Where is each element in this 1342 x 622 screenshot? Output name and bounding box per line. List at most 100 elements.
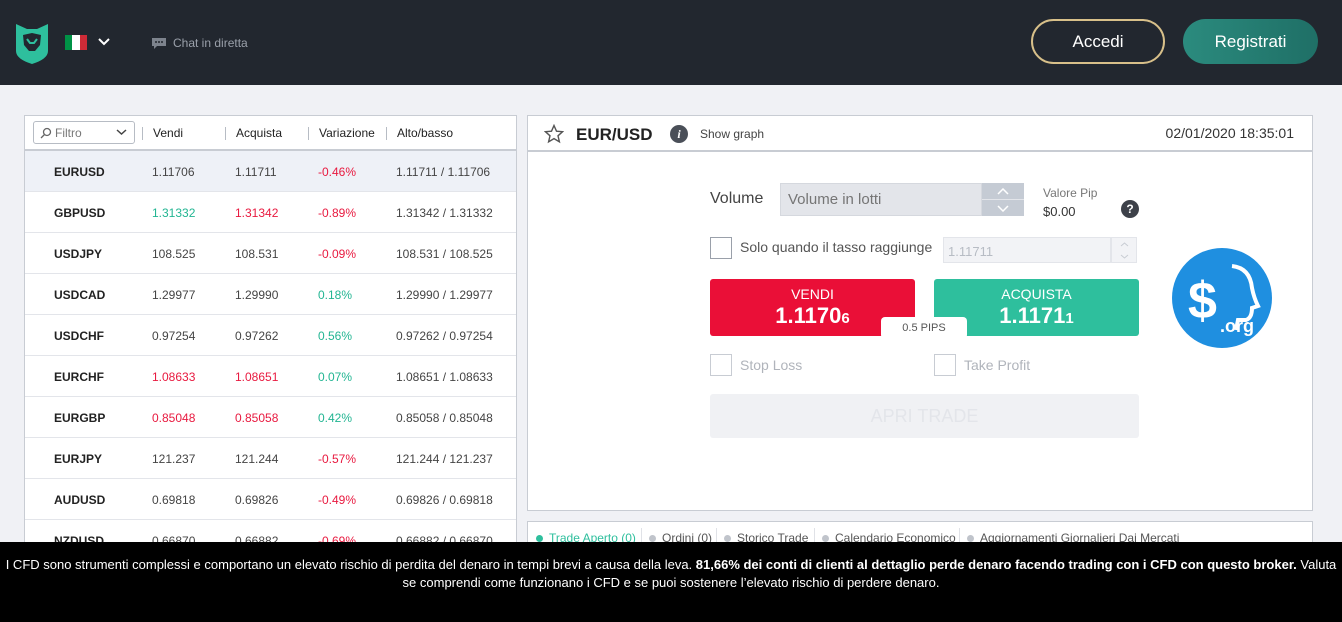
chat-label: Chat in diretta <box>173 36 248 50</box>
rate-stepper[interactable] <box>1111 237 1137 263</box>
change-cell: 0.56% <box>318 329 353 343</box>
change-cell: 0.07% <box>318 370 353 384</box>
table-row[interactable]: EURCHF 1.08633 1.08651 0.07% 1.08651 / 1.086… <box>25 356 516 397</box>
dollar-head-logo: $ .org <box>1172 248 1272 348</box>
instrument-symbol: EURUSD <box>54 165 105 179</box>
sell-price-cell[interactable]: 0.97254 <box>152 329 195 343</box>
column-header-buy[interactable]: Acquista <box>224 126 282 140</box>
change-cell: 0.42% <box>318 411 353 425</box>
table-row[interactable]: EURUSD 1.11706 1.11711 -0.46% 1.11711 / 1.11… <box>25 151 516 192</box>
change-cell: -0.09% <box>318 247 357 261</box>
table-row[interactable]: EURJPY 121.237 121.244 -0.57% 121.244 / 121.… <box>25 438 516 479</box>
high-low-cell: 1.11711 / 1.11706 <box>396 165 491 179</box>
change-cell: -0.57% <box>318 452 357 466</box>
chevron-down-icon[interactable] <box>97 36 111 48</box>
status-dot-icon <box>724 534 731 542</box>
chevron-up-icon[interactable] <box>1112 238 1136 250</box>
instrument-symbol: USDCAD <box>54 288 106 302</box>
chevron-down-icon[interactable] <box>1112 250 1136 262</box>
help-icon[interactable]: ? <box>1121 200 1139 218</box>
show-graph-link[interactable]: Show graph <box>700 127 764 141</box>
pip-value: $0.00 <box>1043 204 1076 219</box>
high-low-cell: 1.29990 / 1.29977 <box>396 288 493 302</box>
buy-price-cell[interactable]: 1.11711 <box>235 165 277 179</box>
change-cell: 0.18% <box>318 288 353 302</box>
info-icon[interactable]: i <box>670 125 688 143</box>
sell-price-cell[interactable]: 108.525 <box>152 247 195 261</box>
buy-price-cell[interactable]: 121.244 <box>235 452 278 466</box>
open-trade-button[interactable]: APRI TRADE <box>710 394 1139 438</box>
sell-price-cell[interactable]: 0.69818 <box>152 493 195 507</box>
register-button[interactable]: Registrati <box>1183 19 1318 64</box>
high-low-cell: 1.08651 / 1.08633 <box>396 370 493 384</box>
table-row[interactable]: EURGBP 0.85048 0.85058 0.42% 0.85058 / 0.850… <box>25 397 516 438</box>
sell-price-cell[interactable]: 1.31332 <box>152 206 195 220</box>
sell-price-cell[interactable]: 1.29977 <box>152 288 195 302</box>
volume-stepper[interactable] <box>982 183 1024 216</box>
italy-flag-icon[interactable] <box>65 35 87 50</box>
volume-label: Volume <box>710 190 764 207</box>
take-profit-checkbox[interactable] <box>934 354 956 376</box>
spread-badge: 0.5 PIPS <box>881 317 967 339</box>
top-header: Chat in diretta Accedi Registrati <box>0 0 1342 85</box>
svg-text:$: $ <box>1188 272 1217 330</box>
table-row[interactable]: USDCAD 1.29977 1.29990 0.18% 1.29990 / 1.299… <box>25 274 516 315</box>
chevron-up-icon[interactable] <box>982 183 1024 200</box>
stop-loss-checkbox[interactable] <box>710 354 732 376</box>
buy-price-cell[interactable]: 1.31342 <box>235 206 278 220</box>
buy-price-cell[interactable]: 0.69826 <box>235 493 278 507</box>
instrument-symbol: EURGBP <box>54 411 106 425</box>
buy-price-cell[interactable]: 1.29990 <box>235 288 278 302</box>
filter-label: Filtro <box>55 125 82 140</box>
table-row[interactable]: GBPUSD 1.31332 1.31342 -0.89% 1.31342 / 1.31… <box>25 192 516 233</box>
login-button[interactable]: Accedi <box>1031 19 1165 64</box>
column-header-sell[interactable]: Vendi <box>141 126 183 140</box>
filter-dropdown[interactable]: Filtro <box>33 121 135 144</box>
volume-input[interactable] <box>780 183 982 216</box>
buy-price-cell[interactable]: 1.08651 <box>235 370 278 384</box>
table-row[interactable]: AUDUSD 0.69818 0.69826 -0.49% 0.69826 / 0.69… <box>25 479 516 520</box>
chevron-down-icon <box>116 129 127 136</box>
search-icon <box>40 127 52 138</box>
sell-label: VENDI <box>791 286 834 302</box>
sell-price-cell[interactable]: 1.11706 <box>152 165 195 179</box>
column-header-change[interactable]: Variazione <box>308 126 375 140</box>
chevron-down-icon[interactable] <box>982 200 1024 216</box>
sell-price-cell[interactable]: 1.08633 <box>152 370 195 384</box>
table-row[interactable]: USDCHF 0.97254 0.97262 0.56% 0.97262 / 0.972… <box>25 315 516 356</box>
trade-panel-header: EUR/USD i Show graph 02/01/2020 18:35:01 <box>528 116 1312 152</box>
status-dot-icon <box>822 534 829 542</box>
broker-logo[interactable] <box>13 21 51 65</box>
change-cell: -0.49% <box>318 493 357 507</box>
pair-title: EUR/USD <box>576 125 653 144</box>
instrument-list-panel: Filtro Vendi Acquista Variazione Alto/ba… <box>24 115 517 555</box>
buy-price-cell[interactable]: 0.85058 <box>235 411 278 425</box>
instrument-symbol: EURJPY <box>54 452 103 466</box>
rate-input[interactable]: 1.11711 <box>943 237 1111 263</box>
buy-price-cell[interactable]: 108.531 <box>235 247 278 261</box>
take-profit-label: Take Profit <box>964 357 1031 373</box>
sell-price-cell[interactable]: 0.85048 <box>152 411 195 425</box>
chat-bubble-icon <box>152 37 166 49</box>
high-low-cell: 1.31342 / 1.31332 <box>396 206 493 220</box>
rate-checkbox[interactable] <box>710 237 732 259</box>
instrument-symbol: GBPUSD <box>54 206 106 220</box>
live-chat-link[interactable]: Chat in diretta <box>151 36 248 50</box>
table-header: Filtro Vendi Acquista Variazione Alto/ba… <box>25 116 516 151</box>
high-low-cell: 0.69826 / 0.69818 <box>396 493 493 507</box>
high-low-cell: 0.97262 / 0.97254 <box>396 329 493 343</box>
risk-disclaimer: I CFD sono strumenti complessi e comport… <box>0 542 1342 622</box>
buy-label: ACQUISTA <box>1001 286 1072 302</box>
high-low-cell: 121.244 / 121.237 <box>396 452 493 466</box>
instrument-symbol: USDJPY <box>54 247 103 261</box>
table-row[interactable]: USDJPY 108.525 108.531 -0.09% 108.531 / 108.… <box>25 233 516 274</box>
star-icon[interactable] <box>544 124 564 144</box>
column-header-high-low[interactable]: Alto/basso <box>385 126 453 140</box>
sell-price-cell[interactable]: 121.237 <box>152 452 195 466</box>
high-low-cell: 0.85058 / 0.85048 <box>396 411 493 425</box>
buy-price-cell[interactable]: 0.97262 <box>235 329 278 343</box>
change-cell: -0.89% <box>318 206 357 220</box>
status-dot-icon <box>536 534 543 542</box>
status-dot-icon <box>967 534 974 542</box>
instrument-symbol: AUDUSD <box>54 493 106 507</box>
